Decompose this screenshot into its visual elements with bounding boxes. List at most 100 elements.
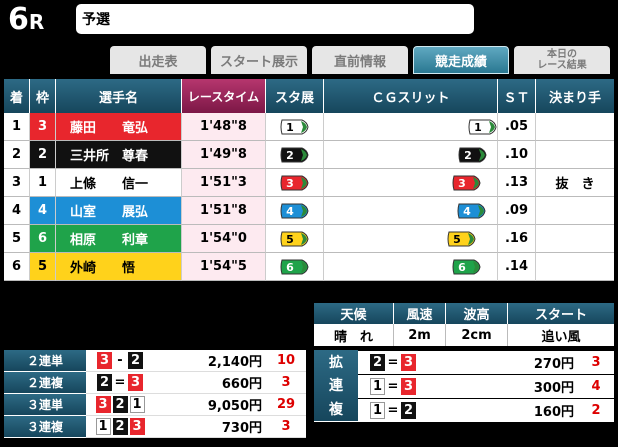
boat-number: 1 (370, 378, 385, 395)
racer-name: 外崎 悟 (56, 253, 182, 281)
boat-number: 2 (128, 352, 143, 369)
start-value: 追い風 (508, 324, 614, 346)
start-exhibit-cell: 4 (266, 197, 324, 225)
boat-number: 3 (97, 352, 112, 369)
tab-race-results[interactable]: 競走成績 (413, 46, 509, 74)
boat-icon: 5 (280, 231, 309, 246)
tab-start-exhibition[interactable]: スタート展示 (211, 46, 307, 74)
svg-text:5: 5 (453, 233, 461, 246)
racer-name: 上條 信一 (56, 169, 182, 197)
payout-amount: 300円 (428, 375, 578, 398)
kimarite-cell: 抜 き (536, 169, 614, 197)
racer-given-name: 展弘 (122, 205, 149, 220)
payout-amount: 660円 (154, 372, 266, 394)
combination: 123 (86, 416, 154, 438)
start-timing: .16 (498, 225, 536, 253)
cg-slit-cell: 6 (324, 253, 498, 281)
boat-icon: 2 (458, 147, 487, 163)
tab-pre-race-info[interactable]: 直前情報 (312, 46, 408, 74)
rank-cell: 4 (4, 197, 30, 225)
popularity: 10 (266, 350, 306, 372)
separator: = (114, 375, 126, 390)
start-timing: .05 (498, 113, 536, 141)
race-time: 1'48"8 (182, 113, 266, 141)
svg-text:2: 2 (464, 149, 472, 162)
wind-speed-header: 風速 (394, 303, 446, 324)
col-st: ＳＴ (498, 79, 536, 113)
race-time: 1'49"8 (182, 141, 266, 169)
start-exhibit-cell: 1 (266, 113, 324, 141)
col-rank: 着 (4, 79, 30, 113)
col-cg-slit: ＣＧスリット (324, 79, 498, 113)
svg-text:4: 4 (286, 205, 294, 218)
race-time: 1'51"3 (182, 169, 266, 197)
payout-amount: 730円 (154, 416, 266, 438)
race-number: 6R (8, 2, 45, 37)
payout-amount: 270円 (428, 351, 578, 374)
bet-type-label: ２連単 (4, 350, 86, 372)
label-char: 複 (329, 402, 343, 419)
combination: 2 = 3 (358, 351, 428, 374)
combination: 1 = 2 (358, 399, 428, 422)
boat-number: 2 (97, 374, 112, 391)
bet-type-label: ３連単 (4, 394, 86, 416)
weather-value: 晴 れ (314, 324, 394, 346)
boat-icon: 2 (280, 147, 309, 162)
start-timing: .10 (498, 141, 536, 169)
svg-text:4: 4 (463, 205, 471, 218)
frame-cell: 2 (30, 141, 56, 169)
boat-icon: 6 (452, 259, 481, 275)
boat-number: 1 (129, 396, 145, 413)
cg-slit-cell: 3 (324, 169, 498, 197)
race-time: 1'51"8 (182, 197, 266, 225)
rank-cell: 1 (4, 113, 30, 141)
boat-icon: 5 (447, 231, 476, 247)
popularity: 3 (578, 351, 614, 374)
cg-slit-cell: 5 (324, 225, 498, 253)
racer-given-name: 尊春 (122, 149, 149, 164)
boat-number: 2 (112, 396, 128, 413)
boat-number: 1 (95, 418, 111, 435)
popularity: 3 (266, 372, 306, 394)
start-timing: .14 (498, 253, 536, 281)
start-header: スタート (508, 303, 614, 324)
col-kimarite: 決まり手 (536, 79, 614, 113)
col-race-time: レースタイム (182, 79, 266, 113)
boat-icon: 3 (452, 175, 481, 191)
start-timing: .13 (498, 169, 536, 197)
cg-slit-cell: 1 (324, 113, 498, 141)
rank-cell: 5 (4, 225, 30, 253)
separator: = (387, 355, 399, 370)
boat-icon: 1 (468, 119, 497, 135)
bet-type-label: ３連複 (4, 416, 86, 438)
separator: = (387, 379, 399, 394)
tab-entry-list[interactable]: 出走表 (110, 46, 206, 74)
svg-text:1: 1 (286, 121, 294, 134)
col-frame: 枠 (30, 79, 56, 113)
svg-text:5: 5 (286, 233, 294, 246)
start-timing: .09 (498, 197, 536, 225)
combination: 321 (86, 394, 154, 416)
kimarite-cell (536, 225, 614, 253)
separator: - (117, 353, 123, 368)
cg-slit-cell: 4 (324, 197, 498, 225)
svg-text:3: 3 (458, 177, 466, 190)
boat-number: 1 (370, 402, 385, 419)
race-title: 予選 (76, 4, 474, 34)
frame-cell: 3 (30, 113, 56, 141)
popularity: 4 (578, 375, 614, 398)
racer-family-name: 外崎 (70, 261, 97, 276)
tab-today-results[interactable]: 本日の レース結果 (514, 46, 610, 74)
popularity: 29 (266, 394, 306, 416)
frame-cell: 4 (30, 197, 56, 225)
racer-given-name: 悟 (122, 261, 136, 276)
racer-given-name: 信一 (122, 177, 149, 192)
kimarite-cell (536, 253, 614, 281)
svg-text:3: 3 (286, 177, 294, 190)
cg-slit-cell: 2 (324, 141, 498, 169)
wave-height-header: 波高 (446, 303, 508, 324)
racer-family-name: 上條 (70, 177, 97, 192)
start-exhibit-cell: 6 (266, 253, 324, 281)
boat-icon: 1 (280, 119, 309, 134)
wind-speed-value: 2m (394, 324, 446, 346)
